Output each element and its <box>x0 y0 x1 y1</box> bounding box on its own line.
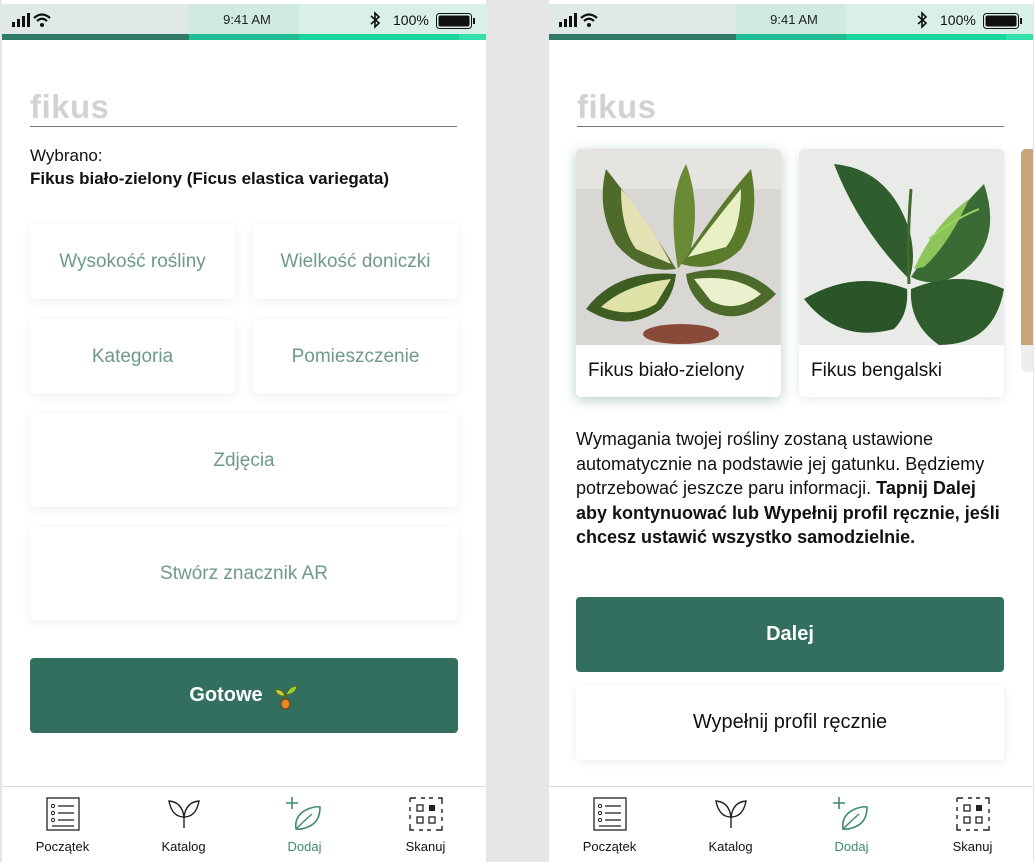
tab-bar: Początek Katalog Dodaj Skanuj <box>2 786 486 862</box>
battery-icon <box>983 13 1022 29</box>
status-bar: 9:41 AM 100% <box>2 4 486 34</box>
info-text: Wymagania twojej rośliny zostaną ustawio… <box>576 427 1006 550</box>
pot-size-field[interactable]: Wielkość doniczki <box>253 224 458 299</box>
search-underline <box>577 126 1004 127</box>
plant-result-name: Fikus biało-zielony <box>588 360 745 381</box>
bengal-ficus-photo <box>799 149 1004 345</box>
status-time: 9:41 AM <box>770 12 818 27</box>
plant-result-card[interactable]: Fikus bengalski <box>799 149 1004 397</box>
done-button[interactable]: Gotowe <box>30 658 458 733</box>
manual-profile-button[interactable]: Wypełnij profil ręcznie <box>576 685 1004 760</box>
list-icon <box>46 797 80 831</box>
sprout-icon <box>273 684 298 709</box>
tab-scan-label: Skanuj <box>405 839 446 854</box>
bluetooth-icon <box>917 11 928 29</box>
tab-home-label: Początek <box>582 839 637 854</box>
progress-bar <box>2 34 486 40</box>
next-button[interactable]: Dalej <box>576 597 1004 672</box>
tab-catalog[interactable]: Katalog <box>670 787 791 862</box>
leaves-icon <box>715 800 747 828</box>
tab-bar: Początek Katalog Dodaj Skanuj <box>549 786 1033 862</box>
tab-catalog-label: Katalog <box>161 839 206 854</box>
battery-percent: 100% <box>940 12 976 28</box>
tab-home-label: Początek <box>35 839 90 854</box>
ar-marker-button[interactable]: Stwórz znacznik AR <box>30 527 458 620</box>
tab-scan[interactable]: Skanuj <box>365 787 486 862</box>
tab-catalog-label: Katalog <box>708 839 753 854</box>
qr-scan-icon <box>409 797 443 831</box>
selected-plant: Fikus biało-zielony (Ficus elastica vari… <box>30 169 390 188</box>
done-button-label: Gotowe <box>189 684 263 706</box>
plant-height-field[interactable]: Wysokość rośliny <box>30 224 235 299</box>
plant-result-card-peek[interactable] <box>1021 149 1033 372</box>
tab-add[interactable]: Dodaj <box>791 787 912 862</box>
tab-catalog[interactable]: Katalog <box>123 787 244 862</box>
manual-profile-label: Wypełnij profil ręcznie <box>692 711 888 733</box>
plant-photo <box>1021 149 1033 345</box>
selected-label: Wybrano: <box>30 146 103 165</box>
photos-field[interactable]: Zdjęcia <box>30 414 458 507</box>
variegated-ficus-photo <box>576 149 781 345</box>
leaves-icon <box>168 800 200 828</box>
qr-scan-icon <box>956 797 990 831</box>
battery-percent: 100% <box>393 12 429 28</box>
search-underline <box>30 126 457 127</box>
plant-result-name: Fikus bengalski <box>811 360 942 381</box>
tab-add[interactable]: Dodaj <box>244 787 365 862</box>
battery-icon <box>436 13 475 29</box>
signal-wifi-icon <box>12 13 51 27</box>
tab-home[interactable]: Początek <box>549 787 670 862</box>
category-field[interactable]: Kategoria <box>30 319 235 394</box>
add-leaf-icon <box>833 797 868 830</box>
progress-bar <box>549 34 1033 40</box>
tab-scan[interactable]: Skanuj <box>912 787 1033 862</box>
plant-result-card[interactable]: Fikus biało-zielony <box>576 149 781 397</box>
signal-wifi-icon <box>559 13 598 27</box>
tab-add-label: Dodaj <box>834 839 869 854</box>
status-bar: 9:41 AM 100% <box>549 4 1033 34</box>
search-input[interactable]: fikus <box>30 88 457 126</box>
tab-scan-label: Skanuj <box>952 839 993 854</box>
plant-details-screen: 9:41 AM 100% fikus Wybrano: Fikus biało-… <box>2 0 486 862</box>
tab-home[interactable]: Początek <box>2 787 123 862</box>
status-time: 9:41 AM <box>223 12 271 27</box>
add-leaf-icon <box>286 797 321 830</box>
tab-add-label: Dodaj <box>287 839 322 854</box>
next-button-label: Dalej <box>766 623 814 645</box>
room-field[interactable]: Pomieszczenie <box>253 319 458 394</box>
search-input[interactable]: fikus <box>577 88 1004 126</box>
plant-search-screen: 9:41 AM 100% fikus Fikus biało-zielony F… <box>549 0 1033 862</box>
list-icon <box>593 797 627 831</box>
bluetooth-icon <box>370 11 381 29</box>
